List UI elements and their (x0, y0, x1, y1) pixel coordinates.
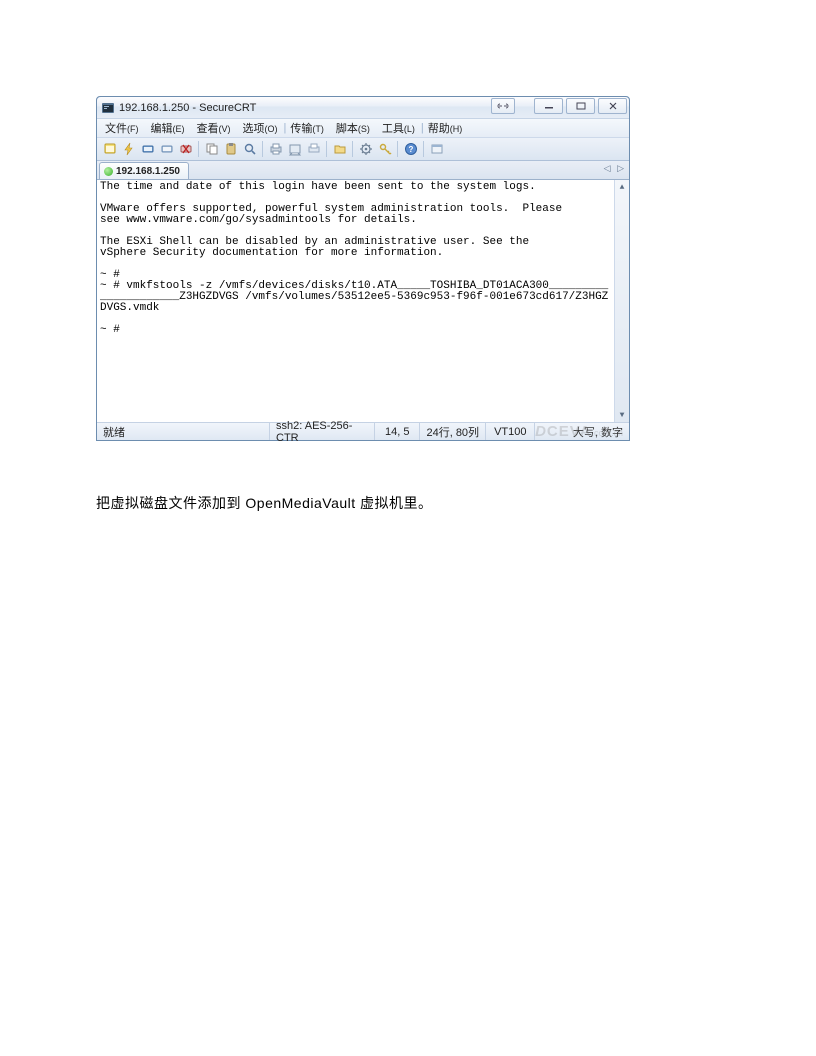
menu-view[interactable]: 查看(V) (197, 120, 231, 136)
tool-connect-icon[interactable] (139, 141, 156, 158)
tool-disconnect-icon[interactable] (177, 141, 194, 158)
minimize-button[interactable] (534, 98, 563, 114)
toolbar-separator (352, 141, 353, 157)
menu-bar: 文件(F) 编辑(E) 查看(V) 选项(O) | 传输(T) 脚本(S) 工具… (97, 119, 629, 138)
menu-edit[interactable]: 编辑(E) (151, 120, 185, 136)
tool-dialog-icon[interactable] (428, 141, 445, 158)
terminal-output: The time and date of this login have bee… (97, 180, 614, 422)
session-tab[interactable]: 192.168.1.250 (99, 162, 189, 179)
scrollbar[interactable]: ▲ ▼ (614, 180, 629, 422)
menu-file[interactable]: 文件(F) (105, 120, 139, 136)
toolbar-separator (397, 141, 398, 157)
session-tabs: 192.168.1.250 ◁ ▷ (97, 161, 629, 180)
tool-lightning-icon[interactable] (120, 141, 137, 158)
app-icon (101, 101, 115, 115)
status-caps: 大写, 数字 (573, 424, 629, 440)
connected-icon (104, 167, 113, 176)
tool-find-icon[interactable] (241, 141, 258, 158)
status-rowscols: 24行, 80列 (420, 423, 486, 440)
menu-help[interactable]: 帮助(H) (428, 120, 463, 136)
close-button[interactable] (598, 98, 627, 114)
tool-print-icon[interactable] (267, 141, 284, 158)
tool-print3-icon[interactable] (305, 141, 322, 158)
toolbar-separator (423, 141, 424, 157)
caption-text: 把虚拟磁盘文件添加到 OpenMediaVault 虚拟机里。 (96, 493, 720, 513)
window-buttons (491, 98, 627, 114)
menu-separator: | (421, 122, 424, 134)
toolbar: ? (97, 138, 629, 161)
tool-paste-icon[interactable] (222, 141, 239, 158)
terminal[interactable]: The time and date of this login have bee… (97, 180, 629, 422)
status-ready: 就绪 (97, 423, 270, 440)
tool-settings-icon[interactable] (357, 141, 374, 158)
menu-separator: | (284, 122, 287, 134)
maximize-button[interactable] (566, 98, 595, 114)
title-bar: 192.168.1.250 - SecureCRT (97, 97, 629, 119)
tool-new-session-icon[interactable] (101, 141, 118, 158)
menu-options[interactable]: 选项(O) (243, 120, 278, 136)
menu-tools[interactable]: 工具(L) (382, 120, 415, 136)
status-protocol: ssh2: AES-256-CTR (270, 423, 375, 440)
toolbar-separator (262, 141, 263, 157)
tool-key-icon[interactable] (376, 141, 393, 158)
window-title: 192.168.1.250 - SecureCRT (119, 102, 256, 114)
status-emulation: VT100 (486, 423, 535, 440)
tool-copy-icon[interactable] (203, 141, 220, 158)
toolbar-separator (198, 141, 199, 157)
link-button[interactable] (491, 98, 515, 114)
tool-folder-icon[interactable] (331, 141, 348, 158)
securecrt-window: 192.168.1.250 - SecureCRT 文件(F) 编辑(E) (96, 96, 630, 441)
tool-connect2-icon[interactable] (158, 141, 175, 158)
tab-nav-arrows[interactable]: ◁ ▷ (604, 163, 626, 174)
status-bar: 就绪 ssh2: AES-256-CTR 14, 5 24行, 80列 VT10… (97, 422, 629, 440)
scroll-up-icon[interactable]: ▲ (615, 180, 629, 194)
menu-script[interactable]: 脚本(S) (336, 120, 370, 136)
tool-help-icon[interactable]: ? (402, 141, 419, 158)
menu-transfer[interactable]: 传输(T) (290, 120, 324, 136)
tab-label: 192.168.1.250 (116, 166, 180, 177)
scroll-down-icon[interactable]: ▼ (615, 408, 629, 422)
svg-text:?: ? (408, 145, 413, 154)
status-cursor: 14, 5 (375, 423, 420, 440)
toolbar-separator (326, 141, 327, 157)
tool-printscreen-icon[interactable] (286, 141, 303, 158)
